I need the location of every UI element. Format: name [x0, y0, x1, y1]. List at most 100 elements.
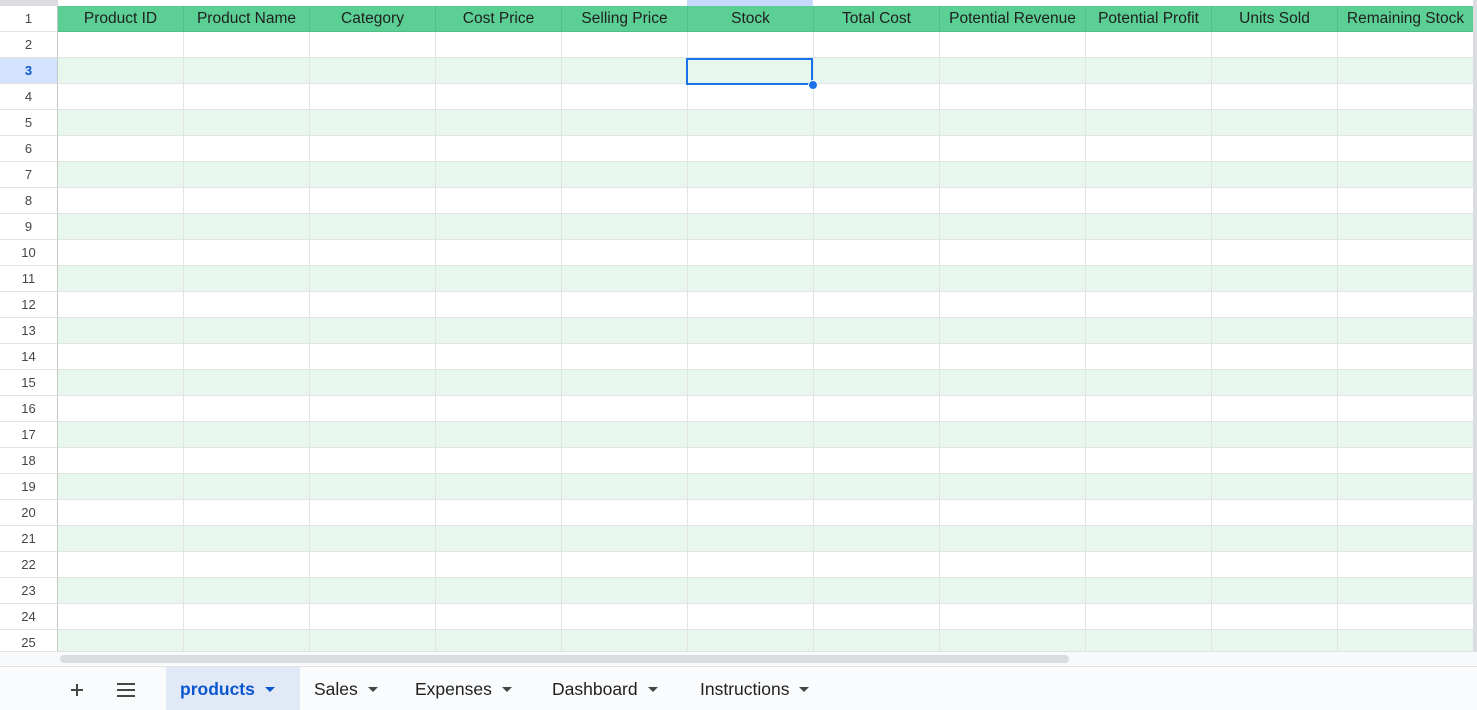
grid-cell[interactable] [562, 604, 688, 630]
grid-cell[interactable] [688, 58, 814, 84]
grid-cell[interactable] [1338, 370, 1474, 396]
grid-cell[interactable] [1086, 188, 1212, 214]
grid-cell[interactable] [58, 396, 184, 422]
row-number[interactable]: 16 [0, 396, 58, 422]
row-number[interactable]: 3 [0, 58, 58, 84]
grid-cell[interactable] [1086, 292, 1212, 318]
grid-cell[interactable] [940, 422, 1086, 448]
grid-cell[interactable] [436, 58, 562, 84]
grid-cell[interactable] [1086, 422, 1212, 448]
grid-cell[interactable] [436, 214, 562, 240]
grid-cell[interactable] [814, 136, 940, 162]
grid-cell[interactable] [310, 58, 436, 84]
grid-cell[interactable] [688, 84, 814, 110]
grid-cell[interactable] [814, 188, 940, 214]
grid-cell[interactable] [310, 474, 436, 500]
grid-cell[interactable] [1212, 188, 1338, 214]
grid-cell[interactable] [940, 188, 1086, 214]
grid-cell[interactable] [1086, 474, 1212, 500]
grid-cell[interactable] [310, 604, 436, 630]
grid-cell[interactable] [310, 214, 436, 240]
grid-cell[interactable] [1212, 396, 1338, 422]
grid-cell[interactable] [940, 58, 1086, 84]
grid-cell[interactable] [562, 630, 688, 651]
grid-cell[interactable] [1086, 318, 1212, 344]
horizontal-scrollbar[interactable] [0, 651, 1477, 665]
grid-cell[interactable] [184, 604, 310, 630]
grid-cell[interactable] [184, 630, 310, 651]
grid-cell[interactable] [1212, 110, 1338, 136]
grid-cell[interactable] [688, 604, 814, 630]
grid-cell[interactable] [184, 214, 310, 240]
grid-cell[interactable] [814, 84, 940, 110]
row-number[interactable]: 15 [0, 370, 58, 396]
grid-cell[interactable] [436, 396, 562, 422]
row-number[interactable]: 18 [0, 448, 58, 474]
row-number[interactable]: 24 [0, 604, 58, 630]
grid-cell[interactable] [184, 500, 310, 526]
grid-cell[interactable] [562, 370, 688, 396]
grid-cell[interactable] [1086, 32, 1212, 58]
grid-cell[interactable] [310, 84, 436, 110]
grid-cell[interactable] [814, 266, 940, 292]
grid-cell[interactable] [1212, 370, 1338, 396]
grid-cell[interactable] [1086, 552, 1212, 578]
grid-cell[interactable] [1212, 266, 1338, 292]
grid-cell[interactable] [940, 448, 1086, 474]
row-number[interactable]: 23 [0, 578, 58, 604]
grid-cell[interactable] [58, 266, 184, 292]
grid-cell[interactable] [58, 32, 184, 58]
grid-cell[interactable] [562, 344, 688, 370]
column-header-cell[interactable]: Remaining Stock [1338, 6, 1474, 32]
grid-cell[interactable] [58, 370, 184, 396]
tab-caret-icon[interactable] [264, 686, 275, 692]
column-header-cell[interactable]: Total Cost [814, 6, 940, 32]
grid-cell[interactable] [310, 344, 436, 370]
row-number[interactable]: 10 [0, 240, 58, 266]
grid-cell[interactable] [1212, 292, 1338, 318]
grid-cell[interactable] [688, 110, 814, 136]
grid-cell[interactable] [436, 578, 562, 604]
grid-cell[interactable] [184, 110, 310, 136]
grid-cell[interactable] [814, 58, 940, 84]
grid-cell[interactable] [310, 32, 436, 58]
grid-cell[interactable] [814, 162, 940, 188]
horizontal-scrollbar-thumb[interactable] [60, 655, 1069, 663]
tab-caret-icon[interactable] [501, 686, 512, 692]
grid-cell[interactable] [814, 526, 940, 552]
grid-cell[interactable] [562, 396, 688, 422]
grid-cell[interactable] [58, 162, 184, 188]
grid-cell[interactable] [184, 370, 310, 396]
grid-cell[interactable] [562, 526, 688, 552]
grid-cell[interactable] [58, 344, 184, 370]
column-header-cell[interactable]: Stock [688, 6, 814, 32]
row-number[interactable]: 8 [0, 188, 58, 214]
grid-cell[interactable] [940, 578, 1086, 604]
grid-cell[interactable] [814, 474, 940, 500]
grid-cell[interactable] [1212, 552, 1338, 578]
column-header-cell[interactable]: Category [310, 6, 436, 32]
grid-cell[interactable] [436, 188, 562, 214]
grid-cell[interactable] [1212, 58, 1338, 84]
grid-cell[interactable] [1338, 396, 1474, 422]
grid-cell[interactable] [310, 552, 436, 578]
grid-cell[interactable] [310, 292, 436, 318]
grid-cell[interactable] [436, 526, 562, 552]
grid-cell[interactable] [1338, 162, 1474, 188]
grid-cell[interactable] [814, 604, 940, 630]
row-number[interactable]: 11 [0, 266, 58, 292]
grid-cell[interactable] [814, 578, 940, 604]
grid-cell[interactable] [184, 318, 310, 344]
grid-cell[interactable] [310, 110, 436, 136]
grid-cell[interactable] [940, 240, 1086, 266]
row-number[interactable]: 1 [0, 6, 58, 32]
grid-cell[interactable] [940, 32, 1086, 58]
row-number[interactable]: 7 [0, 162, 58, 188]
grid-cell[interactable] [436, 84, 562, 110]
grid-cell[interactable] [562, 84, 688, 110]
grid-cell[interactable] [1086, 604, 1212, 630]
fill-handle[interactable] [808, 80, 818, 90]
grid-cell[interactable] [814, 110, 940, 136]
grid-cell[interactable] [184, 396, 310, 422]
grid-cell[interactable] [58, 474, 184, 500]
